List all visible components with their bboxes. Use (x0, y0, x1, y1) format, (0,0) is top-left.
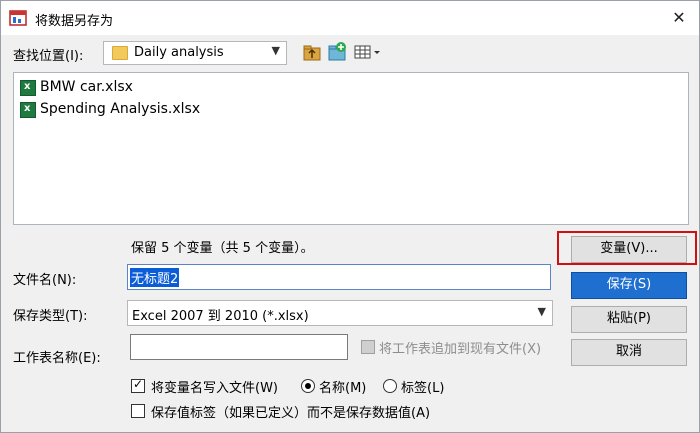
save-type-dropdown[interactable]: Excel 2007 到 2010 (*.xlsx) ▼ (127, 300, 553, 326)
file-name: Spending Analysis.xlsx (40, 101, 201, 117)
save-type-value: Excel 2007 到 2010 (*.xlsx) (132, 309, 309, 324)
radio-name[interactable] (301, 379, 315, 393)
save-type-label: 保存类型(T): (13, 309, 88, 324)
file-list[interactable]: x BMW car.xlsx x Spending Analysis.xlsx (13, 72, 689, 225)
excel-file-icon: x (20, 102, 36, 118)
filename-label: 文件名(N): (13, 273, 77, 288)
radio-label-label: 标签(L) (401, 381, 445, 396)
checkmark-icon: ✓ (133, 377, 144, 391)
folder-icon (112, 46, 128, 60)
app-icon (9, 10, 27, 26)
chevron-down-icon: ▼ (271, 44, 280, 57)
append-sheet-checkbox[interactable] (361, 340, 375, 354)
look-in-value: Daily analysis (134, 45, 224, 60)
paste-button[interactable]: 粘贴(P) (571, 306, 687, 333)
file-name: BMW car.xlsx (40, 79, 133, 95)
highlight-box (557, 231, 697, 265)
radio-name-label: 名称(M) (319, 381, 367, 396)
write-varnames-label: 将变量名写入文件(W) (151, 381, 278, 396)
filename-input[interactable]: 无标题2 (127, 264, 551, 290)
variables-kept-text: 保留 5 个变量（共 5 个变量）。 (131, 241, 314, 256)
close-icon[interactable]: ✕ (667, 7, 691, 29)
new-folder-icon[interactable] (326, 41, 348, 63)
title-bar: 将数据另存为 ✕ (1, 1, 699, 35)
radio-selected-dot (305, 383, 311, 389)
save-button[interactable]: 保存(S) (571, 272, 687, 299)
write-varnames-checkbox[interactable]: ✓ (131, 377, 145, 393)
sheet-name-input[interactable] (130, 334, 348, 360)
sheet-name-label: 工作表名称(E): (13, 351, 101, 366)
view-menu-icon[interactable] (353, 41, 383, 63)
up-folder-icon[interactable] (301, 41, 323, 63)
chevron-down-icon: ▼ (537, 305, 546, 318)
window-title: 将数据另存为 (35, 14, 114, 29)
save-value-labels-label: 保存值标签（如果已定义）而不是保存数据值(A) (151, 406, 431, 421)
save-value-labels-checkbox[interactable] (131, 404, 145, 418)
look-in-label: 查找位置(I): (13, 49, 84, 64)
look-in-dropdown[interactable]: Daily analysis ▼ (103, 41, 287, 65)
filename-value: 无标题2 (130, 268, 180, 287)
cancel-button[interactable]: 取消 (571, 339, 687, 366)
radio-label[interactable] (383, 379, 397, 393)
save-data-as-dialog: 将数据另存为 ✕ 查找位置(I): Daily analysis ▼ x BMW… (0, 0, 700, 433)
append-sheet-label: 将工作表追加到现有文件(X) (379, 342, 542, 357)
excel-file-icon: x (20, 80, 36, 96)
